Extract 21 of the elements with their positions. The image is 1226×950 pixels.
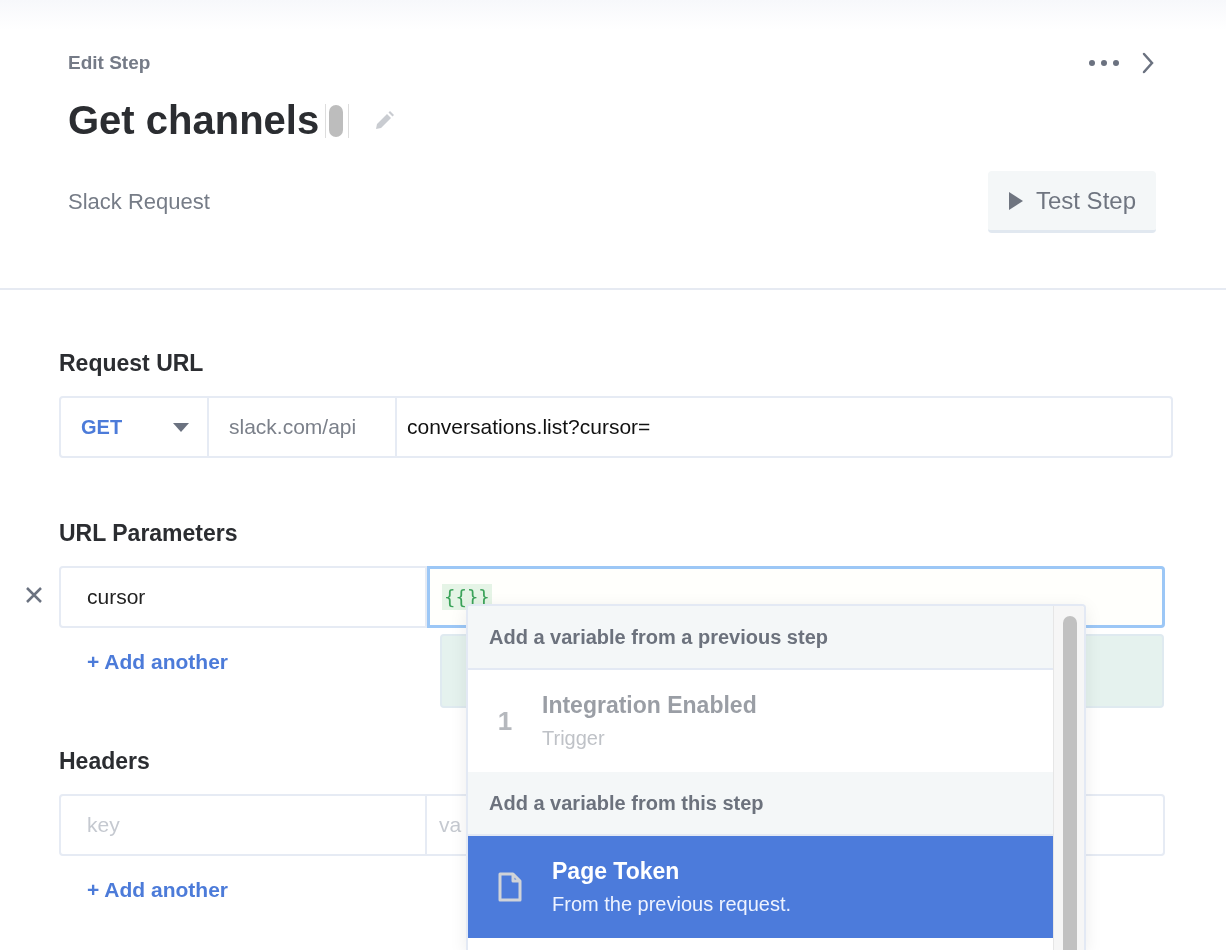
dropdown-item[interactable]: Page Token From the previous request. — [468, 836, 1054, 938]
step-title: Get channels — [68, 98, 320, 143]
add-another-link[interactable]: + Add another — [87, 878, 228, 902]
document-icon — [498, 872, 522, 902]
key-field[interactable]: cursor — [59, 566, 427, 628]
section-heading: Request URL — [59, 350, 204, 378]
dropdown-section-heading: Add a variable from this step — [468, 772, 1054, 836]
text-cursor-icon — [325, 103, 350, 138]
dropdown-item[interactable]: 1 Integration Enabled Trigger — [468, 670, 1054, 772]
scrollbar[interactable] — [1053, 606, 1084, 950]
play-icon — [1007, 190, 1024, 211]
dropdown-section-heading: Add a variable from a previous step — [468, 606, 1054, 670]
step-subtitle: Slack Request — [68, 189, 210, 215]
section-heading: URL Parameters — [59, 520, 238, 548]
section-heading: Headers — [59, 748, 150, 776]
add-another-link[interactable]: + Add another — [87, 650, 228, 674]
close-icon[interactable] — [25, 586, 43, 604]
test-step-button[interactable]: Test Step — [987, 171, 1156, 233]
chevron-right-icon[interactable] — [1142, 52, 1154, 74]
section-label: Edit Step — [68, 52, 151, 74]
more-icon[interactable] — [1088, 59, 1120, 67]
